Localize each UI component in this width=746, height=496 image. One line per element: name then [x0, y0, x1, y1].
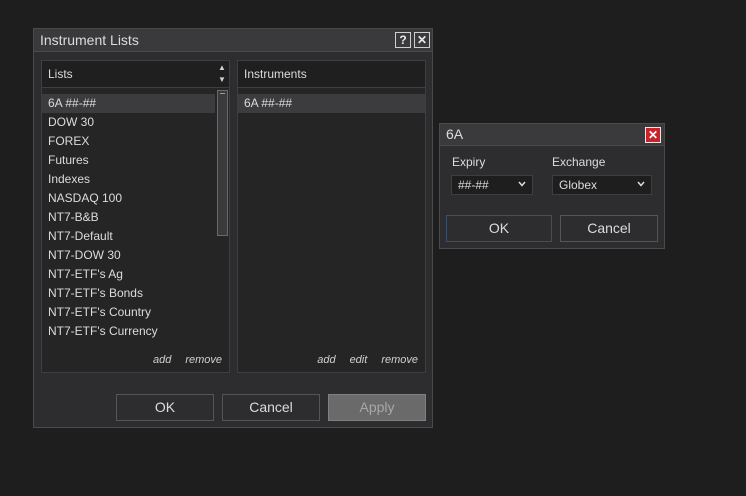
close-icon[interactable]: ✕ [645, 127, 661, 143]
lists-scrollbar-thumb[interactable] [217, 90, 228, 236]
instruments-actions: add edit remove [317, 354, 425, 366]
lists-list-item[interactable]: NT7-ETF's Ag [42, 265, 215, 284]
lists-add-link[interactable]: add [153, 354, 171, 366]
chevron-down-icon [518, 181, 526, 187]
instruments-panel: Instruments 6A ##-## add edit remove [237, 60, 426, 373]
exchange-value: Globex [559, 178, 598, 192]
lists-header-label: Lists [48, 67, 73, 81]
lists-actions: add remove [153, 354, 229, 366]
chevron-down-icon [637, 181, 645, 187]
instruments-list: 6A ##-## [238, 94, 425, 113]
instrument-dialog-titlebar[interactable]: 6A ✕ [440, 124, 664, 146]
lists-list-item[interactable]: Indexes [42, 170, 215, 189]
instruments-header-label: Instruments [244, 67, 307, 81]
instruments-edit-link[interactable]: edit [350, 354, 368, 366]
cancel-button[interactable]: Cancel [222, 394, 320, 421]
instrument-dialog: 6A ✕ Expiry ##-## Exchange Globex OK Can… [439, 123, 665, 249]
expiry-value: ##-## [458, 178, 489, 192]
instruments-add-link[interactable]: add [317, 354, 335, 366]
lists-list-item[interactable]: FOREX [42, 132, 215, 151]
lists-header: Lists [42, 61, 229, 88]
dialog-title: Instrument Lists [40, 32, 139, 48]
instrument-dialog-title: 6A [446, 126, 464, 142]
exchange-label: Exchange [552, 155, 606, 169]
lists-list-item[interactable]: NT7-ETF's Currency [42, 322, 215, 341]
scroll-down-arrow-icon[interactable]: ▼ [217, 75, 227, 85]
scroll-up-arrow-icon[interactable]: ▲ [217, 63, 227, 73]
close-button[interactable]: ✕ [414, 32, 430, 48]
instrument-lists-dialog: Instrument Lists ? ✕ Lists ▲ ▼ 6A ##-## D… [33, 28, 433, 428]
lists-list-item[interactable]: Futures [42, 151, 215, 170]
lists-remove-link[interactable]: remove [185, 354, 222, 366]
dialog-titlebar[interactable]: Instrument Lists ? ✕ [34, 29, 432, 52]
exchange-select[interactable]: Globex [552, 175, 652, 195]
help-button[interactable]: ? [395, 32, 411, 48]
lists-list: 6A ##-## DOW 30 FOREX Futures Indexes NASDAQ … [42, 94, 215, 341]
lists-panel: Lists ▲ ▼ 6A ##-## DOW 30 FOREX Futures Inde… [41, 60, 230, 373]
apply-button[interactable]: Apply [328, 394, 426, 421]
lists-list-item[interactable]: NT7-ETF's Bonds [42, 284, 215, 303]
lists-list-item[interactable]: NT7-B&B [42, 208, 215, 227]
lists-list-item[interactable]: NT7-ETF's Country [42, 303, 215, 322]
instrument-cancel-button[interactable]: Cancel [560, 215, 658, 242]
instrument-ok-button[interactable]: OK [446, 215, 552, 242]
lists-list-item[interactable]: 6A ##-## [42, 94, 215, 113]
instruments-remove-link[interactable]: remove [381, 354, 418, 366]
expiry-label: Expiry [452, 155, 486, 169]
lists-list-item[interactable]: NASDAQ 100 [42, 189, 215, 208]
expiry-select[interactable]: ##-## [451, 175, 533, 195]
lists-list-item[interactable]: NT7-Default [42, 227, 215, 246]
ok-button[interactable]: OK [116, 394, 214, 421]
instruments-list-item[interactable]: 6A ##-## [238, 94, 425, 113]
lists-list-item[interactable]: NT7-DOW 30 [42, 246, 215, 265]
lists-list-item[interactable]: DOW 30 [42, 113, 215, 132]
instruments-header: Instruments [238, 61, 425, 88]
